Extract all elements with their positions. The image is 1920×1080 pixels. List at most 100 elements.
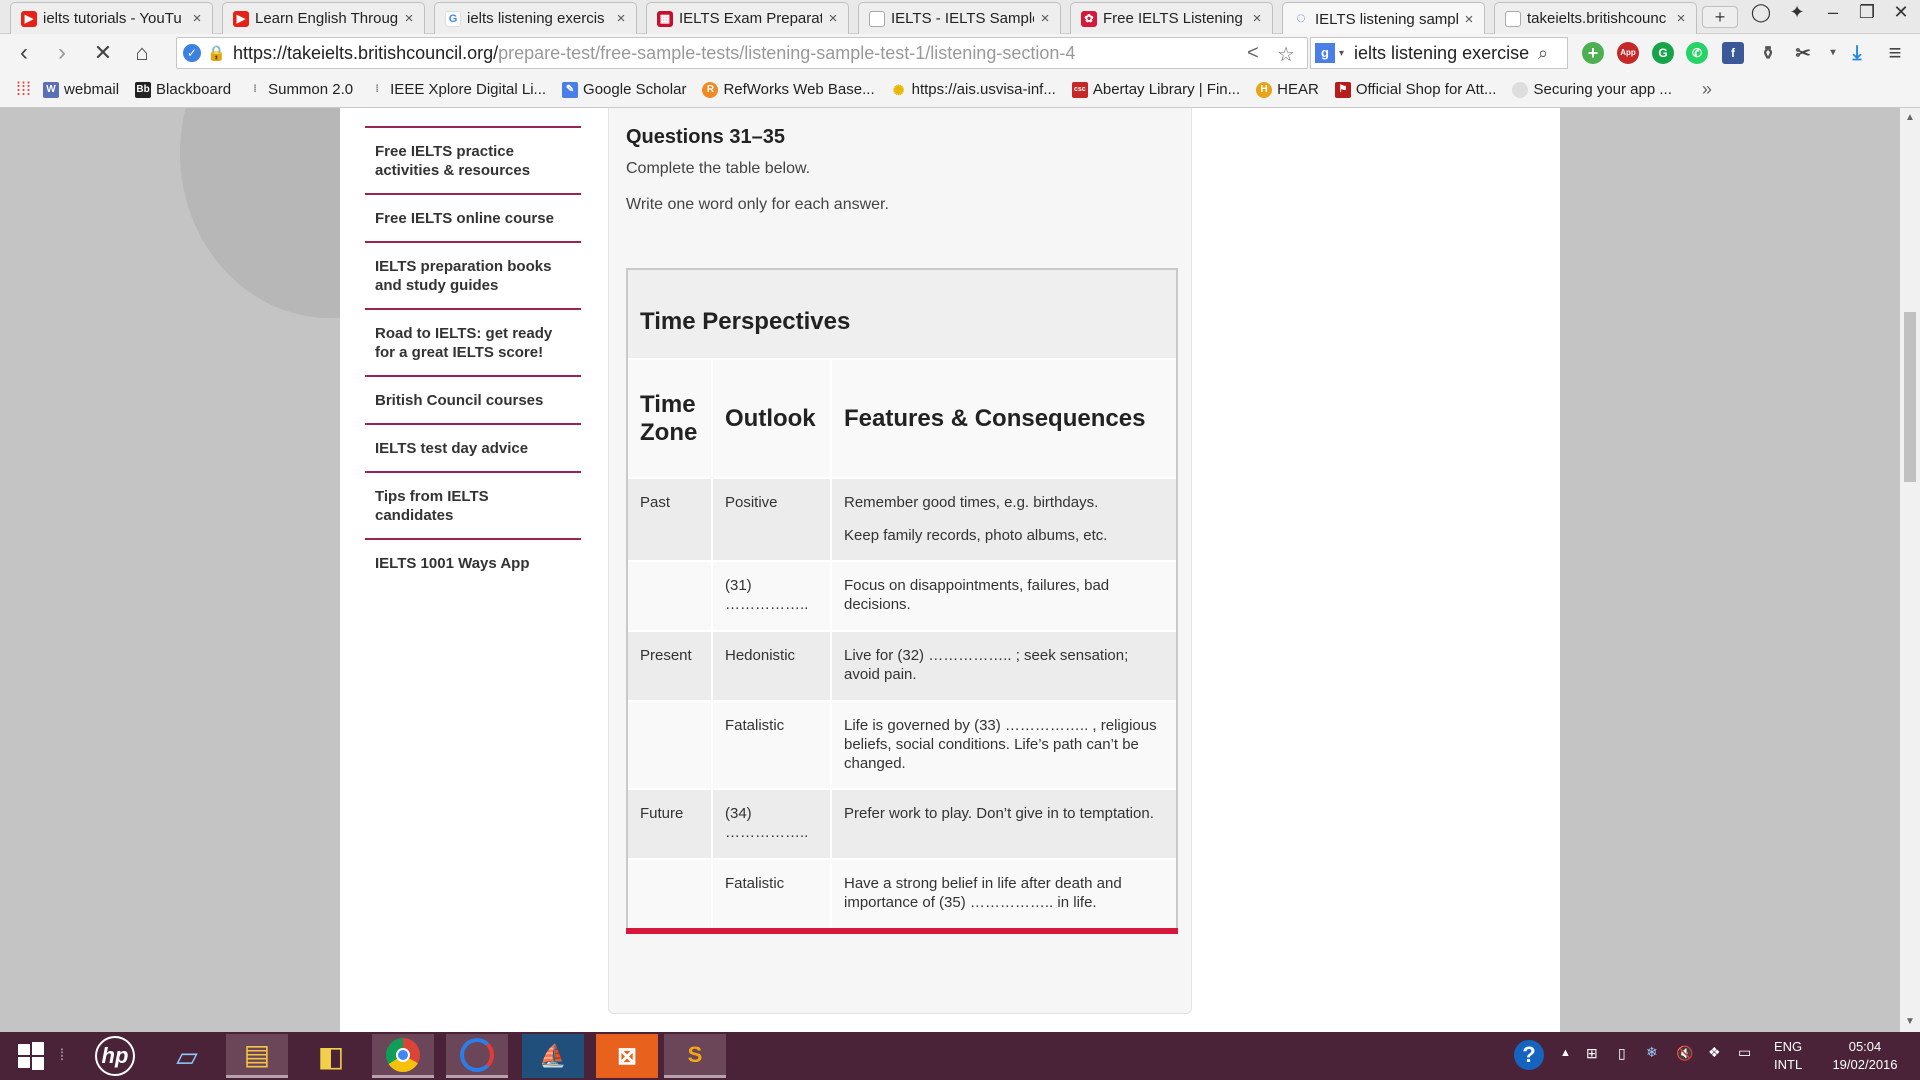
chrome-icon[interactable] [372,1034,434,1078]
app-badge-icon[interactable]: App 1 [1617,42,1639,79]
menu-icon[interactable]: ≡ [1884,42,1906,64]
sidebar-item-online-course[interactable]: Free IELTS online course [365,195,581,243]
close-icon[interactable]: × [1462,11,1476,28]
table-row: Fatalistic Have a strong belief in life … [628,859,1176,930]
grammarly-icon[interactable]: G [1652,42,1674,64]
bookmark-item[interactable]: Securing your app ... [1512,81,1672,98]
browser-tab[interactable]: ▶ Learn English Throug × [222,2,425,34]
new-tab-button[interactable]: + [1702,6,1738,28]
scroll-up-arrow[interactable]: ▲ [1900,112,1920,123]
close-icon[interactable]: × [614,10,628,27]
close-icon[interactable]: × [1674,10,1688,27]
sidebar-item-test-day-advice[interactable]: IELTS test day advice [365,425,581,473]
scroll-down-arrow[interactable]: ▼ [1900,1016,1920,1027]
bookmark-item[interactable]: R RefWorks Web Base... [702,81,875,98]
chevron-down-icon[interactable]: ▾ [1339,48,1344,59]
bookmark-item[interactable]: ✎ Google Scholar [562,81,686,98]
notifications-icon[interactable]: ▭ [1738,1044,1751,1061]
chevron-down-icon[interactable]: ▾ [1822,42,1844,64]
help-icon[interactable]: ? [1514,1040,1544,1070]
sun-icon: ✺ [892,81,905,98]
input-language-indicator[interactable]: ENG INTL [1774,1038,1802,1074]
battery-icon[interactable]: ▯ [1618,1045,1626,1062]
add-extension-icon[interactable]: + [1582,42,1604,64]
windows-taskbar: ⁞ hp ▱ ▤ ◧ ⛵ ⊠ S ? ▲ ⊞ ▯ ❄ 🔇 ❖ ▭ ENG INT… [0,1032,1920,1080]
gift-icon[interactable]: ⚱ [1757,42,1779,64]
home-icon[interactable]: ⌂ [128,39,156,67]
mysql-workbench-icon[interactable]: ⛵ [522,1034,584,1078]
stop-button[interactable]: ✕ [89,39,117,67]
google-search-icon: g [1315,43,1335,63]
dropbox-icon[interactable]: ❖ [1708,1044,1721,1061]
bookmark-item[interactable]: ⚑ Official Shop for Att... [1334,81,1496,98]
scrollbar-thumb[interactable] [1904,312,1916,482]
page-icon [869,10,885,27]
browser-tab[interactable]: IELTS - IELTS Sample × [858,2,1061,34]
close-icon[interactable]: × [402,10,416,27]
search-icon[interactable]: ⌕ [1538,43,1548,64]
bookmark-item[interactable]: Wwebmail [43,81,119,98]
close-icon[interactable]: × [190,10,204,27]
file-explorer-icon[interactable]: ▤ [226,1034,288,1078]
browser-tab[interactable]: ✿ Free IELTS Listening × [1070,2,1273,34]
facebook-icon[interactable]: f [1722,42,1744,64]
sticky-notes-icon[interactable]: ◧ [300,1034,362,1078]
sublime-text-icon[interactable]: S [664,1034,726,1078]
minimize-button[interactable]: – [1818,2,1848,23]
features-text: Keep family records, photo albums, etc. [844,527,1108,544]
browser-tab[interactable]: takeielts.britishcounc × [1494,2,1697,34]
bookmark-star-icon[interactable]: ☆ [1277,42,1295,67]
sidebar-item-candidate-tips[interactable]: Tips from IELTS candidates [365,473,581,540]
clock[interactable]: 05:04 19/02/2016 [1820,1038,1910,1074]
bookmark-item[interactable]: H HEAR [1256,81,1319,98]
snowflake-icon[interactable]: ❄ [1646,1044,1658,1061]
sidebar-item-preparation-books[interactable]: IELTS preparation books and study guides [365,243,581,310]
close-icon[interactable]: × [1038,10,1052,27]
page-scrollbar[interactable]: ▲ ▼ [1900,108,1920,1032]
features-text: Prefer work to play. Don’t give in to te… [844,805,1154,822]
more-bookmarks-icon[interactable]: » [1702,79,1712,100]
sidebar-item-road-to-ielts[interactable]: Road to IELTS: get ready for a great IEL… [365,310,581,377]
time-zone-cell [628,561,713,632]
sync-app-icon[interactable] [446,1034,508,1078]
bookmark-item[interactable]: ⁞ IEEE Xplore Digital Li... [369,81,546,98]
language-layout: INTL [1774,1057,1803,1072]
apps-grid-icon[interactable]: ⁞⁞⁞ [16,79,31,100]
bookmark-item[interactable]: csc Abertay Library | Fin... [1071,81,1240,98]
share-icon[interactable]: < [1247,42,1259,65]
browser-tab[interactable]: ▦ IELTS Exam Preparati × [646,2,849,34]
browser-tab[interactable]: G ielts listening exercis × [434,2,637,34]
bookmark-item[interactable]: ⁞ Summon 2.0 [247,81,353,98]
instruction-text: Complete the table below. [626,160,811,177]
search-box[interactable]: g ▾ ielts listening exercise ⌕ [1310,37,1568,69]
forward-button[interactable]: › [48,39,76,67]
volume-mute-icon[interactable]: 🔇 [1676,1045,1693,1062]
xampp-icon[interactable]: ⊠ [596,1034,658,1078]
restore-button[interactable]: ❐ [1852,2,1882,23]
close-icon[interactable]: × [1250,10,1264,27]
whatsapp-icon[interactable]: ✆ [1686,42,1708,64]
browser-tab-active[interactable]: ◌ IELTS listening sampl × [1282,2,1485,35]
pin-icon[interactable]: ✦ [1782,2,1812,23]
url-text[interactable]: https://takeielts.britishcouncil.org/pre… [233,43,1075,64]
browser-tab[interactable]: ▶ ielts tutorials - YouTu × [10,2,213,34]
sidebar-item-1001-ways-app[interactable]: IELTS 1001 Ways App [365,540,581,586]
address-bar[interactable]: ✓ 🔒 https://takeielts.britishcouncil.org… [176,37,1308,69]
sidebar-item-practice-resources[interactable]: Free IELTS practice activities & resourc… [365,128,581,195]
search-input[interactable]: ielts listening exercise [1354,43,1534,64]
windows-small-icon[interactable]: ⊞ [1586,1045,1598,1062]
bookmark-item[interactable]: Bb Blackboard [135,81,231,98]
task-view-icon[interactable]: ▱ [156,1034,218,1078]
time-perspectives-table: Time Perspectives Time Zone Outlook Feat… [626,268,1178,930]
download-icon[interactable]: ⤓ [1846,42,1868,64]
close-window-button[interactable]: ✕ [1886,2,1916,23]
sidebar-item-british-council-courses[interactable]: British Council courses [365,377,581,425]
close-icon[interactable]: × [826,10,840,27]
scissors-icon[interactable]: ✂ [1792,42,1814,64]
back-button[interactable]: ‹ [10,39,38,67]
bookmark-item[interactable]: ✺ https://ais.usvisa-inf... [891,81,1056,98]
chevron-up-icon[interactable]: ▲ [1560,1047,1571,1059]
ielts-logo-icon: ▦ [657,10,673,27]
chat-icon[interactable]: ◯ [1746,2,1776,23]
hp-icon[interactable]: hp [84,1034,146,1078]
